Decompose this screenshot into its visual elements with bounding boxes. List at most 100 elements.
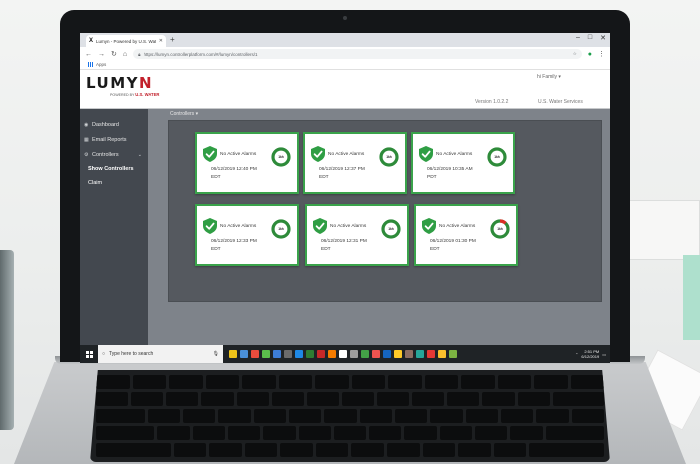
- last-update-date: 06/12/2019 12:31 PM: [321, 239, 367, 244]
- alarm-status: No Active Alarms: [436, 152, 473, 157]
- microphone-icon[interactable]: 🎙︎: [213, 351, 219, 357]
- taskbar-pinned-apps: [229, 350, 457, 358]
- user-menu[interactable]: hi Family ▾: [537, 74, 561, 80]
- menu-kebab-icon[interactable]: ⋮: [598, 50, 605, 58]
- last-update-date: 06/12/2019 12:40 PM: [211, 167, 257, 172]
- breadcrumb[interactable]: Controllers ▾: [170, 111, 198, 117]
- last-update-date: 06/12/2019 12:37 PM: [319, 167, 365, 172]
- sidebar-item-label: Email Reports: [92, 136, 127, 143]
- company-label: U.S. Water Services: [538, 99, 583, 105]
- lumyn-logo[interactable]: LUMYN: [86, 74, 153, 92]
- taskbar-app-icon[interactable]: [405, 350, 413, 358]
- taskbar-app-icon[interactable]: [438, 350, 446, 358]
- chevron-down-icon: ⌄: [137, 151, 142, 158]
- sidebar-item-label: Controllers: [92, 151, 119, 158]
- last-update: 06/12/2019 12:31 PM EDT: [321, 238, 367, 253]
- bookmark-apps[interactable]: Apps: [96, 62, 106, 68]
- taskbar-app-icon[interactable]: [306, 350, 314, 358]
- alarm-status: No Active Alarms: [328, 152, 365, 157]
- system-tray: ⌃ 2:51 PM 6/12/2019 ▭: [575, 349, 606, 359]
- gauge-label: 1kh: [278, 227, 284, 231]
- gauge-label: 1kh: [278, 155, 284, 159]
- main-content: Controllers ▾ No Active Alarms 06/12/2019…: [148, 109, 610, 345]
- sidebar: ◉ Dashboard ▦ Email Reports ⚙ Controller…: [80, 109, 148, 345]
- search-icon: ○: [102, 351, 106, 357]
- email-icon: ▦: [84, 136, 89, 143]
- taskbar-app-icon[interactable]: [361, 350, 369, 358]
- close-window-icon[interactable]: ✕: [600, 34, 606, 42]
- taskbar-search[interactable]: ○ Type here to search 🎙︎: [98, 345, 223, 363]
- forward-icon[interactable]: →: [98, 51, 105, 58]
- sidebar-item-dashboard[interactable]: ◉ Dashboard: [80, 117, 148, 132]
- shield-check-icon: [313, 218, 327, 234]
- taskbar-app-icon[interactable]: [416, 350, 424, 358]
- maximize-icon[interactable]: □: [588, 34, 592, 42]
- last-update: 06/12/2019 01:30 PM EDT: [430, 238, 476, 253]
- taskbar-app-icon[interactable]: [383, 350, 391, 358]
- last-update-timezone: EDT: [319, 174, 329, 180]
- controller-card[interactable]: No Active Alarms 06/12/2019 12:31 PM EDT 1k…: [305, 204, 409, 266]
- tab-close-icon[interactable]: ✕: [159, 38, 163, 44]
- bookmark-star-icon[interactable]: ☆: [573, 51, 577, 57]
- taskbar-app-icon[interactable]: [427, 350, 435, 358]
- gauge-label: 1kh: [388, 227, 394, 231]
- notification-area-icon[interactable]: ⌃: [575, 352, 578, 357]
- apps-icon[interactable]: [88, 62, 93, 67]
- back-icon[interactable]: ←: [85, 51, 92, 58]
- brand-text: U.S. WATER: [135, 92, 160, 97]
- taskbar-app-icon[interactable]: [317, 350, 325, 358]
- last-update: 06/12/2019 12:40 PM EDT: [211, 166, 257, 181]
- desk-mint-object: [683, 255, 700, 340]
- sidebar-subitem-claim[interactable]: Claim: [80, 176, 148, 190]
- home-icon[interactable]: ⌂: [123, 51, 127, 58]
- shield-check-icon: [422, 218, 436, 234]
- controller-card[interactable]: No Active Alarms 06/12/2019 01:30 PM EDT 1k…: [414, 204, 518, 266]
- logo-text: LUMY: [86, 74, 139, 92]
- sidebar-item-controllers[interactable]: ⚙ Controllers ⌄: [80, 147, 148, 162]
- last-update-date: 06/12/2019 12:33 PM: [211, 239, 257, 244]
- minimize-icon[interactable]: –: [576, 34, 580, 42]
- taskbar-app-icon[interactable]: [284, 350, 292, 358]
- webcam: [343, 16, 347, 20]
- action-center-icon[interactable]: ▭: [602, 352, 606, 357]
- last-update: 06/12/2019 10:35 AM PDT: [427, 166, 473, 181]
- window-controls: – □ ✕: [576, 34, 606, 42]
- gauge-label: 1kh: [386, 155, 392, 159]
- version-label: Version 1.0.2.2: [475, 99, 509, 105]
- clock[interactable]: 2:51 PM 6/12/2019: [581, 349, 599, 359]
- lumyn-favicon-icon: X: [89, 38, 94, 44]
- address-bar[interactable]: 🔒︎ https://lumyn.controllerplatform.com/…: [133, 49, 582, 59]
- taskbar-app-icon[interactable]: [251, 350, 259, 358]
- taskbar-app-icon[interactable]: [449, 350, 457, 358]
- new-tab-icon[interactable]: +: [170, 35, 175, 44]
- url-text: https://lumyn.controllerplatform.com/#/l…: [143, 51, 258, 57]
- laptop-lid: X Lumyn - Powered by U.S. Water ✕ + – □ …: [60, 10, 630, 363]
- taskbar-app-icon[interactable]: [262, 350, 270, 358]
- taskbar-app-icon[interactable]: [328, 350, 336, 358]
- alarm-status: No Active Alarms: [220, 224, 257, 229]
- taskbar-app-icon[interactable]: [229, 350, 237, 358]
- taskbar-app-icon[interactable]: [240, 350, 248, 358]
- controller-card[interactable]: No Active Alarms 06/12/2019 10:35 AM PDT 1k…: [411, 132, 515, 194]
- lock-icon: 🔒︎: [138, 51, 141, 57]
- tab-title: Lumyn - Powered by U.S. Water: [96, 38, 156, 44]
- app-header: LUMYN POWERED BY U.S. WATER hi Family ▾ …: [80, 70, 610, 108]
- taskbar-app-icon[interactable]: [372, 350, 380, 358]
- taskbar-app-icon[interactable]: [350, 350, 358, 358]
- dashboard-icon: ◉: [84, 121, 89, 128]
- laptop-keyboard: [90, 370, 610, 462]
- windows-start-icon[interactable]: [80, 345, 98, 363]
- taskbar-app-icon[interactable]: [273, 350, 281, 358]
- taskbar-app-icon[interactable]: [295, 350, 303, 358]
- browser-tab[interactable]: X Lumyn - Powered by U.S. Water ✕: [86, 35, 166, 47]
- sidebar-subitem-show-controllers[interactable]: Show Controllers: [80, 162, 148, 176]
- extension-icon[interactable]: ●: [588, 51, 592, 58]
- sidebar-item-email-reports[interactable]: ▦ Email Reports: [80, 132, 148, 147]
- controller-card[interactable]: No Active Alarms 06/12/2019 12:37 PM EDT 1k…: [303, 132, 407, 194]
- controller-card[interactable]: No Active Alarms 06/12/2019 12:33 PM EDT 1k…: [195, 204, 299, 266]
- taskbar-app-icon[interactable]: [339, 350, 347, 358]
- reload-icon[interactable]: ↻: [111, 50, 117, 58]
- taskbar-app-icon[interactable]: [394, 350, 402, 358]
- last-update-timezone: PDT: [427, 174, 437, 180]
- controller-card[interactable]: No Active Alarms 06/12/2019 12:40 PM EDT 1k…: [195, 132, 299, 194]
